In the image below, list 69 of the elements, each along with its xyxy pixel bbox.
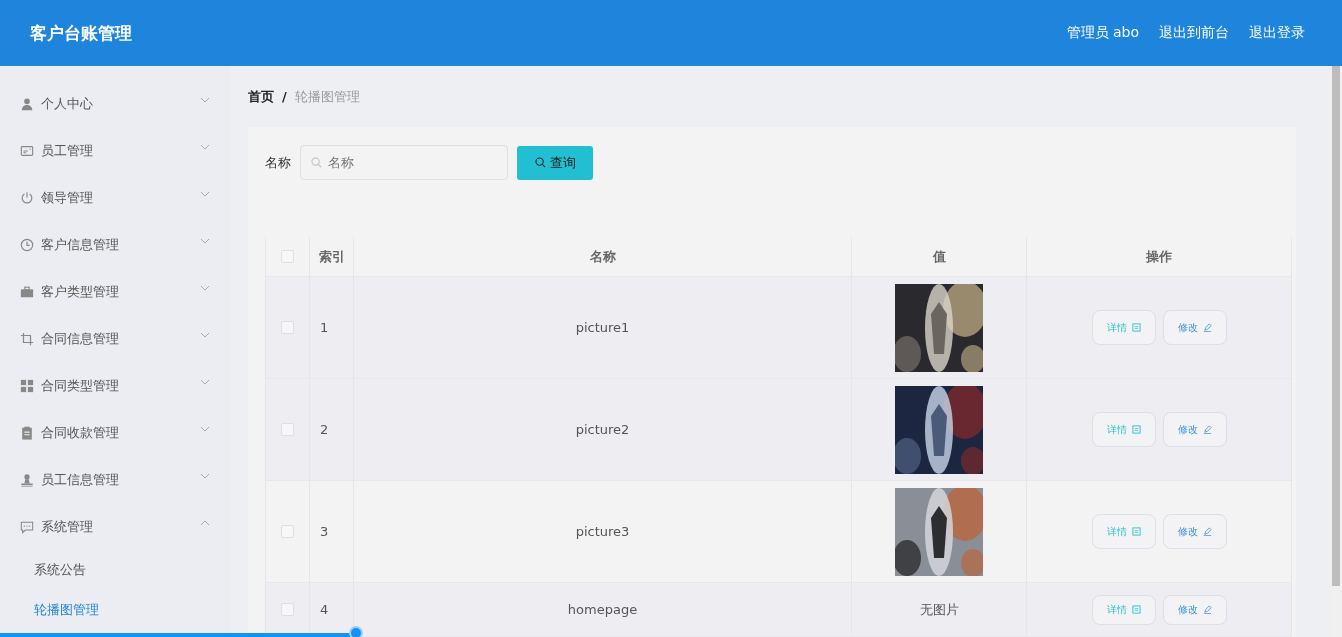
breadcrumb-separator: / (282, 89, 287, 104)
clipboard-icon (20, 425, 34, 440)
column-header: 名称 (354, 237, 852, 276)
document-icon (1131, 323, 1141, 332)
briefcase-icon (20, 284, 34, 299)
menu-item[interactable]: 客户类型管理 (0, 268, 230, 315)
row-checkbox[interactable] (281, 525, 294, 538)
search-button[interactable]: 查询 (517, 145, 593, 180)
menu-item[interactable]: 员工管理 (0, 127, 230, 174)
table-cell: picture2 (354, 379, 852, 480)
header-link[interactable]: 退出到前台 (1159, 24, 1229, 42)
select-all-checkbox[interactable] (281, 250, 294, 263)
row-checkbox[interactable] (281, 423, 294, 436)
app-title: 客户台账管理 (30, 21, 132, 45)
chevron-down-icon (200, 190, 210, 197)
pencil-icon (1202, 605, 1212, 614)
pencil-icon (1202, 323, 1212, 332)
chat-icon (20, 519, 34, 534)
menu-item[interactable]: 系统管理 (0, 503, 230, 550)
chevron-down-icon (200, 472, 210, 479)
clock-icon (20, 237, 34, 252)
id-card-icon (20, 143, 34, 158)
table-cell: picture3 (354, 481, 852, 582)
crop-icon (20, 331, 34, 346)
chevron-down-icon (200, 143, 210, 150)
menu-item[interactable]: 领导管理 (0, 174, 230, 221)
progress-handle[interactable] (348, 626, 363, 637)
table-cell: 1 (310, 277, 354, 378)
field-label: 名称 (265, 153, 291, 172)
pencil-icon (1202, 527, 1212, 536)
chevron-down-icon (200, 331, 210, 338)
search-field[interactable]: 名称 (300, 145, 508, 180)
column-header: 值 (852, 237, 1027, 276)
grid-icon (20, 378, 34, 393)
chevron-down-icon (200, 425, 210, 432)
row-checkbox[interactable] (281, 603, 294, 616)
breadcrumb-item: 轮播图管理 (294, 87, 360, 106)
chevron-down-icon (200, 237, 210, 244)
pencil-icon (1202, 425, 1212, 434)
stamp-icon (20, 472, 34, 487)
menu-item[interactable]: 员工信息管理 (0, 456, 230, 503)
menu-item[interactable]: 客户信息管理 (0, 221, 230, 268)
chevron-down-icon (200, 378, 210, 385)
table-cell: picture1 (354, 277, 852, 378)
search-icon (311, 157, 322, 168)
table-cell: 2 (310, 379, 354, 480)
menu-item[interactable]: 合同收款管理 (0, 409, 230, 456)
table-cell: 3 (310, 481, 354, 582)
document-icon (1131, 605, 1141, 614)
document-icon (1131, 527, 1141, 536)
chevron-up-icon (200, 519, 210, 526)
column-header: 索引 (310, 237, 354, 276)
submenu-item[interactable]: 轮播图管理 (0, 590, 230, 630)
chevron-down-icon (200, 284, 210, 291)
menu-item[interactable]: 合同类型管理 (0, 362, 230, 409)
search-icon (534, 157, 546, 168)
row-checkbox[interactable] (281, 321, 294, 334)
user-icon (20, 96, 34, 111)
chevron-down-icon (200, 96, 210, 103)
menu-item[interactable]: 合同信息管理 (0, 315, 230, 362)
menu-item[interactable]: 个人中心 (0, 80, 230, 127)
document-icon (1131, 425, 1141, 434)
header-link[interactable]: 管理员 abo (1066, 24, 1139, 42)
breadcrumb-item[interactable]: 首页 (248, 87, 274, 106)
submenu-item[interactable]: 系统公告 (0, 550, 230, 590)
table-cell: 无图片 (919, 600, 959, 619)
column-header: 操作 (1145, 247, 1173, 266)
power-icon (20, 190, 34, 205)
header-link[interactable]: 退出登录 (1249, 24, 1305, 42)
